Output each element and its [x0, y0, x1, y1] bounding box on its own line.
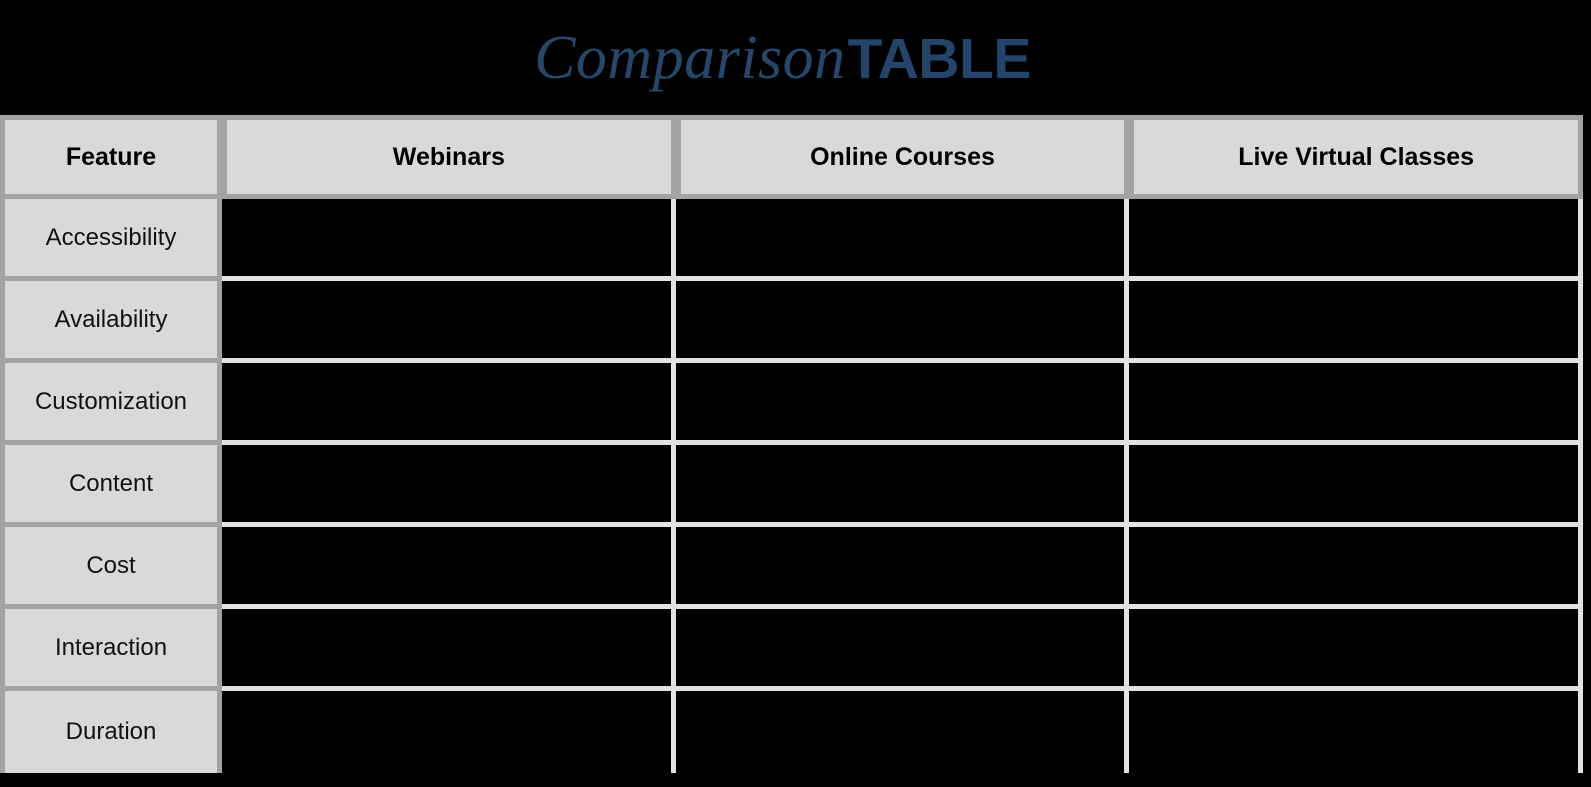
feature-label-cell[interactable]: Availability [0, 281, 223, 363]
feature-label-cell[interactable]: Duration [0, 691, 223, 773]
column-header-webinars[interactable]: Webinars [222, 115, 676, 199]
table-row: Availability [0, 281, 1583, 363]
column-header-feature[interactable]: Feature [0, 115, 223, 199]
data-cell[interactable] [675, 445, 1130, 527]
comparison-table: Feature Webinars Online Courses Live Vir… [0, 115, 1583, 773]
table-row: Interaction [0, 609, 1583, 691]
column-header-online-courses[interactable]: Online Courses [675, 115, 1130, 199]
data-cell[interactable] [675, 609, 1130, 691]
data-cell[interactable] [222, 281, 676, 363]
data-cell[interactable] [222, 445, 676, 527]
data-cell[interactable] [222, 199, 676, 281]
table-body: Accessibility Availability Customization Co… [0, 199, 1583, 773]
data-cell[interactable] [675, 363, 1130, 445]
table-row: Customization [0, 363, 1583, 445]
data-cell[interactable] [222, 691, 676, 773]
feature-label-cell[interactable]: Content [0, 445, 223, 527]
column-header-live-virtual-classes[interactable]: Live Virtual Classes [1129, 115, 1583, 199]
data-cell[interactable] [222, 527, 676, 609]
data-cell[interactable] [1129, 199, 1583, 281]
title-band: Comparison TABLE [0, 0, 1591, 115]
feature-label-cell[interactable]: Interaction [0, 609, 223, 691]
feature-label-cell[interactable]: Customization [0, 363, 223, 445]
data-cell[interactable] [675, 281, 1130, 363]
data-cell[interactable] [1129, 363, 1583, 445]
table-row: Accessibility [0, 199, 1583, 281]
title-bold-word: TABLE [847, 26, 1032, 91]
comparison-table-area: Feature Webinars Online Courses Live Vir… [0, 115, 1591, 787]
data-cell[interactable] [1129, 445, 1583, 527]
table-row: Cost [0, 527, 1583, 609]
data-cell[interactable] [675, 691, 1130, 773]
data-cell[interactable] [675, 527, 1130, 609]
header-row: Feature Webinars Online Courses Live Vir… [0, 115, 1583, 199]
title-script-word: Comparison [534, 23, 846, 92]
table-header: Feature Webinars Online Courses Live Vir… [0, 115, 1583, 199]
table-row: Duration [0, 691, 1583, 773]
data-cell[interactable] [1129, 527, 1583, 609]
feature-label-cell[interactable]: Cost [0, 527, 223, 609]
data-cell[interactable] [222, 609, 676, 691]
data-cell[interactable] [222, 363, 676, 445]
feature-label-cell[interactable]: Accessibility [0, 199, 223, 281]
data-cell[interactable] [1129, 691, 1583, 773]
data-cell[interactable] [675, 199, 1130, 281]
data-cell[interactable] [1129, 281, 1583, 363]
table-row: Content [0, 445, 1583, 527]
page-title: Comparison TABLE [534, 27, 1031, 89]
data-cell[interactable] [1129, 609, 1583, 691]
